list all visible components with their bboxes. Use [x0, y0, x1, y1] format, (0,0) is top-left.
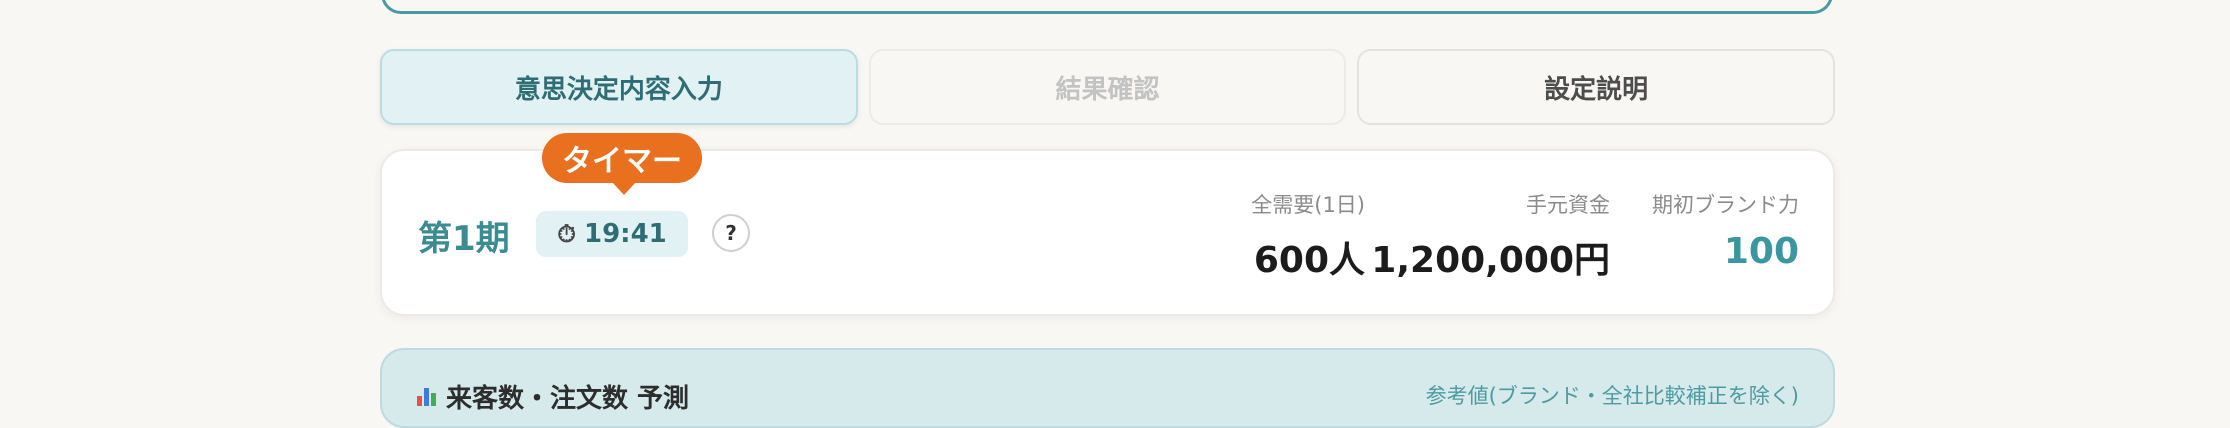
stopwatch-icon: ⏱	[557, 220, 576, 248]
timer-display: ⏱ 19:41	[536, 211, 688, 257]
bar-chart-icon	[417, 388, 436, 406]
tab-bar: 意思決定内容入力 結果確認 設定説明	[380, 49, 1836, 125]
period-status-card: 第1期 ⏱ 19:41 タイマー ? 全需要(1日) 600人 手元資金 1,2…	[380, 133, 1835, 316]
section-note: 参考値(ブランド・全社比較補正を除く)	[1425, 384, 1799, 408]
stat-value-brand: 100	[1723, 231, 1799, 272]
stat-value-total-demand: 600人	[1253, 240, 1365, 281]
section-title: 来客数・注文数 予測	[446, 384, 690, 414]
help-button[interactable]: ?	[712, 214, 750, 252]
tab-result-check[interactable]: 結果確認	[868, 49, 1347, 125]
stat-value-cash: 1,200,000円	[1371, 240, 1610, 281]
timer-tooltip: タイマー	[542, 133, 702, 195]
stat-label-cash: 手元資金	[1526, 193, 1610, 217]
period-label: 第1期	[418, 219, 510, 259]
tab-settings-explanation[interactable]: 設定説明	[1357, 49, 1836, 125]
previous-panel-edge	[381, 0, 1833, 14]
stat-label-total-demand: 全需要(1日)	[1251, 193, 1365, 217]
stat-label-brand: 期初ブランド力	[1652, 193, 1799, 217]
tab-decision-input[interactable]: 意思決定内容入力	[380, 49, 858, 125]
forecast-section: 来客数・注文数 予測 参考値(ブランド・全社比較補正を除く)	[380, 348, 1835, 428]
timer-value: 19:41	[583, 219, 667, 249]
